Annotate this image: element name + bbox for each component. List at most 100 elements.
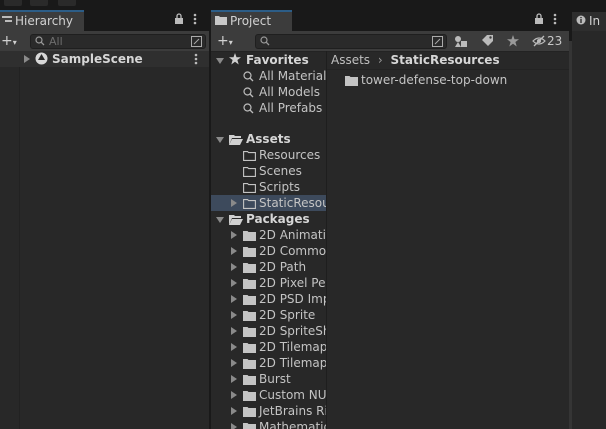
- favorites-label: Favorites: [246, 53, 309, 67]
- breadcrumb: Assets › StaticResources: [327, 51, 569, 70]
- project-search-input[interactable]: [255, 34, 447, 49]
- asset-folder-row[interactable]: Resources: [211, 147, 327, 163]
- star-icon[interactable]: [507, 35, 519, 50]
- tree-divider[interactable]: [326, 51, 327, 429]
- search-mode-icon[interactable]: [432, 36, 443, 50]
- folder-icon: [215, 12, 227, 31]
- project-tabbar: Project: [211, 10, 569, 31]
- tab-project-label: Project: [230, 14, 272, 28]
- package-row[interactable]: Burst: [211, 371, 327, 387]
- kebab-menu-icon[interactable]: [194, 53, 198, 69]
- top-strip-button[interactable]: [30, 0, 48, 6]
- asset-folder-label: Scripts: [259, 180, 301, 194]
- star-icon: [229, 53, 241, 69]
- tab-hierarchy[interactable]: Hierarchy: [0, 10, 84, 31]
- expand-arrow-icon[interactable]: [231, 231, 237, 239]
- favorite-item[interactable]: All Prefabs: [211, 100, 327, 116]
- package-label: 2D Animatic: [259, 228, 327, 242]
- collapse-arrow-icon[interactable]: [216, 58, 224, 64]
- project-folder-tree: Favorites All Materials All Models All P…: [211, 51, 327, 429]
- favorite-item[interactable]: All Materials: [211, 68, 327, 84]
- favorite-item-label: All Materials: [259, 69, 327, 83]
- tab-project[interactable]: Project: [211, 10, 292, 31]
- asset-folder-row[interactable]: Scripts: [211, 179, 327, 195]
- search-icon: [35, 36, 45, 49]
- package-label: 2D Commor: [259, 244, 327, 258]
- package-row[interactable]: Custom NUr: [211, 387, 327, 403]
- expand-arrow-icon[interactable]: [231, 359, 237, 367]
- package-row[interactable]: 2D Pixel Per: [211, 275, 327, 291]
- inspector-tabbar: In: [572, 10, 606, 31]
- folder-icon: [345, 74, 358, 90]
- asset-folder-row[interactable]: Scenes: [211, 163, 327, 179]
- package-row[interactable]: JetBrains Ri: [211, 403, 327, 419]
- collapse-arrow-icon[interactable]: [216, 217, 224, 223]
- lock-icon[interactable]: [534, 13, 544, 28]
- package-row[interactable]: 2D Commor: [211, 243, 327, 259]
- create-dropdown-button[interactable]: +▾: [1, 33, 17, 51]
- package-label: Burst: [259, 372, 291, 386]
- create-dropdown-button[interactable]: +▾: [217, 33, 233, 51]
- inspector-panel: In: [572, 10, 606, 429]
- label-icon[interactable]: [481, 35, 494, 50]
- expand-arrow-icon[interactable]: [24, 55, 30, 63]
- breadcrumb-assets[interactable]: Assets: [331, 53, 370, 67]
- package-row[interactable]: 2D Tilemap: [211, 355, 327, 371]
- package-label: 2D SpriteSh: [259, 324, 327, 338]
- hidden-packages-count: 23: [547, 34, 563, 48]
- breadcrumb-current[interactable]: StaticResources: [391, 53, 500, 67]
- collapse-arrow-icon[interactable]: [216, 137, 224, 143]
- expand-arrow-icon[interactable]: [231, 391, 237, 399]
- expand-arrow-icon[interactable]: [231, 327, 237, 335]
- tab-inspector[interactable]: In: [572, 10, 606, 31]
- window-top-strip: [0, 0, 606, 10]
- expand-arrow-icon[interactable]: [231, 423, 237, 429]
- package-row[interactable]: 2D Path: [211, 259, 327, 275]
- hierarchy-list-icon: [2, 12, 12, 31]
- lock-icon[interactable]: [174, 13, 184, 28]
- expand-arrow-icon[interactable]: [231, 311, 237, 319]
- package-row[interactable]: 2D Tilemap: [211, 339, 327, 355]
- expand-arrow-icon[interactable]: [231, 263, 237, 271]
- eye-slash-icon[interactable]: [532, 35, 546, 50]
- package-label: 2D Path: [259, 260, 307, 274]
- package-row[interactable]: 2D PSD Imp: [211, 291, 327, 307]
- assets-header[interactable]: Assets: [211, 131, 327, 147]
- scene-row[interactable]: SampleScene: [0, 51, 209, 67]
- package-label: 2D Pixel Per: [259, 276, 327, 290]
- kebab-menu-icon[interactable]: [553, 13, 557, 29]
- kebab-menu-icon[interactable]: [193, 13, 197, 29]
- package-label: 2D Tilemap: [259, 340, 327, 354]
- hierarchy-toolbar: +▾ All: [0, 31, 209, 52]
- expand-arrow-icon[interactable]: [231, 375, 237, 383]
- scene-name: SampleScene: [52, 52, 143, 66]
- expand-arrow-icon[interactable]: [231, 279, 237, 287]
- folder-icon: [243, 421, 256, 429]
- top-strip-button[interactable]: [4, 0, 22, 6]
- favorite-item[interactable]: All Models: [211, 84, 327, 100]
- asset-folder-row-selected[interactable]: StaticResou: [211, 195, 327, 211]
- expand-arrow-icon[interactable]: [231, 199, 237, 207]
- search-mode-icon[interactable]: [191, 36, 202, 50]
- package-row[interactable]: Mathematic: [211, 419, 327, 429]
- package-row[interactable]: 2D SpriteSh: [211, 323, 327, 339]
- package-row[interactable]: 2D Sprite: [211, 307, 327, 323]
- hierarchy-search-input[interactable]: All: [30, 34, 206, 49]
- expand-arrow-icon[interactable]: [231, 343, 237, 351]
- expand-arrow-icon[interactable]: [231, 407, 237, 415]
- breadcrumb-separator-icon: ›: [377, 53, 383, 67]
- hierarchy-divider: [19, 67, 20, 429]
- hierarchy-tabbar: Hierarchy: [0, 10, 209, 31]
- expand-arrow-icon[interactable]: [231, 247, 237, 255]
- folder-content-item[interactable]: tower-defense-top-down: [327, 72, 569, 88]
- package-label: Mathematic: [259, 420, 327, 429]
- package-label: Custom NUr: [259, 388, 327, 402]
- expand-arrow-icon[interactable]: [231, 295, 237, 303]
- favorites-header[interactable]: Favorites: [211, 52, 327, 68]
- packages-header[interactable]: Packages: [211, 211, 327, 227]
- package-label: 2D PSD Imp: [259, 292, 327, 306]
- top-strip-button[interactable]: [58, 0, 76, 6]
- package-row[interactable]: 2D Animatic: [211, 227, 327, 243]
- tab-hierarchy-label: Hierarchy: [15, 14, 74, 28]
- search-by-type-icon[interactable]: [454, 35, 468, 51]
